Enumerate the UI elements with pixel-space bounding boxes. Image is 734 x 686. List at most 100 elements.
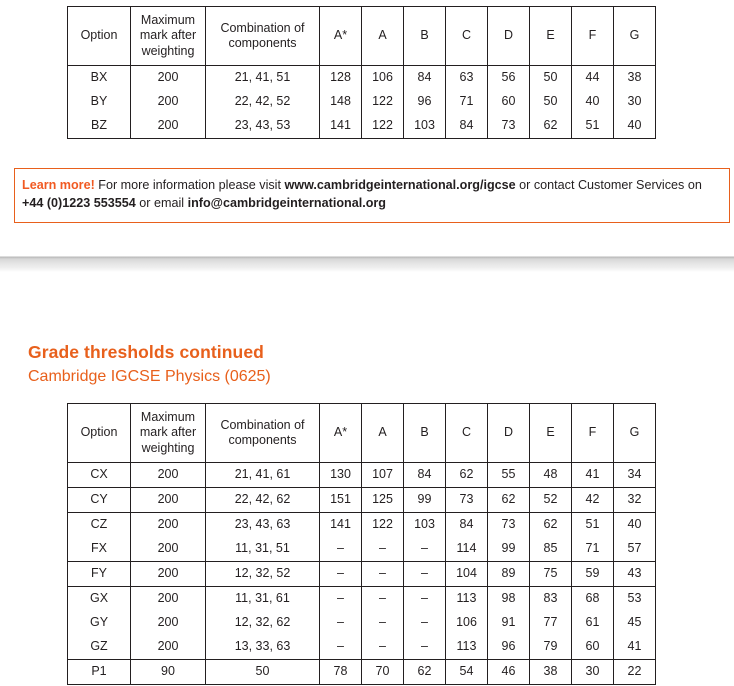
table-header-row: Option Maximum mark after weighting Combinat… xyxy=(67,403,656,463)
cell-components: 11, 31, 61 xyxy=(205,586,320,611)
cell-grade-threshold: 103 xyxy=(403,512,446,537)
cell-max-mark: 200 xyxy=(130,487,206,513)
cell-grade-threshold: 51 xyxy=(571,512,614,537)
cell-grade-threshold: 62 xyxy=(403,659,446,685)
cell-grade-threshold: 114 xyxy=(445,537,488,562)
cell-grade-threshold: 43 xyxy=(613,561,656,587)
cell-grade-threshold: 32 xyxy=(613,487,656,513)
column-header: C xyxy=(445,6,488,66)
cell-grade-threshold: 73 xyxy=(487,512,530,537)
cell-option: P1 xyxy=(67,659,131,685)
grade-thresholds-table-bottom: Option Maximum mark after weighting Combinat… xyxy=(67,403,656,685)
cell-max-mark: 200 xyxy=(130,462,206,488)
column-header: Option xyxy=(67,403,131,463)
cell-components: 23, 43, 63 xyxy=(205,512,320,537)
cell-grade-threshold: 40 xyxy=(571,90,614,114)
cell-grade-threshold: 70 xyxy=(361,659,404,685)
cell-max-mark: 200 xyxy=(130,635,206,660)
grade-thresholds-table-top-wrapper: Option Maximum mark after weighting Combinat… xyxy=(67,6,656,139)
cell-option: GZ xyxy=(67,635,131,660)
cell-grade-threshold: – xyxy=(403,635,446,660)
cell-max-mark: 200 xyxy=(130,114,206,139)
learn-more-lead: Learn more! xyxy=(22,178,95,192)
cell-grade-threshold: 113 xyxy=(445,586,488,611)
learn-more-text-3: or email xyxy=(135,195,188,210)
cell-grade-threshold: 151 xyxy=(319,487,362,513)
cell-max-mark: 200 xyxy=(130,512,206,537)
cell-grade-threshold: 62 xyxy=(445,462,488,488)
cell-grade-threshold: 77 xyxy=(529,611,572,635)
cell-option: FY xyxy=(67,561,131,587)
cell-grade-threshold: 50 xyxy=(529,90,572,114)
column-header: A xyxy=(361,403,404,463)
table-row: CZ 200 23, 43, 63 141 122 103 84 73 62 51 40 xyxy=(67,512,656,537)
cell-grade-threshold: – xyxy=(361,635,404,660)
cell-grade-threshold: – xyxy=(319,611,362,635)
cell-grade-threshold: 122 xyxy=(361,512,404,537)
table-row: BZ 200 23, 43, 53 141 122 103 84 73 62 51 40 xyxy=(67,114,656,139)
column-header: Combination of components xyxy=(205,6,320,66)
cell-grade-threshold: 63 xyxy=(445,65,488,90)
cell-grade-threshold: 104 xyxy=(445,561,488,587)
cell-grade-threshold: 96 xyxy=(403,90,446,114)
cell-grade-threshold: 84 xyxy=(445,512,488,537)
table-header-row: Option Maximum mark after weighting Combinat… xyxy=(67,6,656,66)
cell-grade-threshold: 34 xyxy=(613,462,656,488)
cell-grade-threshold: 99 xyxy=(487,537,530,562)
column-header: D xyxy=(487,403,530,463)
cell-grade-threshold: – xyxy=(361,611,404,635)
cell-grade-threshold: 84 xyxy=(445,114,488,139)
grade-thresholds-table-top: Option Maximum mark after weighting Combinat… xyxy=(67,6,656,139)
column-header: B xyxy=(403,6,446,66)
page-separator xyxy=(0,256,734,272)
customer-services-email[interactable]: info@cambridgeinternational.org xyxy=(188,196,386,210)
cell-grade-threshold: 44 xyxy=(571,65,614,90)
cell-grade-threshold: – xyxy=(361,537,404,562)
cell-grade-threshold: – xyxy=(403,561,446,587)
cell-max-mark: 200 xyxy=(130,611,206,635)
table-row: BX 200 21, 41, 51 128 106 84 63 56 50 44 38 xyxy=(67,65,656,90)
cell-grade-threshold: 107 xyxy=(361,462,404,488)
cambridge-website-link[interactable]: www.cambridgeinternational.org/igcse xyxy=(284,178,515,192)
cell-grade-threshold: 30 xyxy=(571,659,614,685)
cell-grade-threshold: 54 xyxy=(445,659,488,685)
cell-grade-threshold: 113 xyxy=(445,635,488,660)
cell-grade-threshold: 130 xyxy=(319,462,362,488)
cell-grade-threshold: 78 xyxy=(319,659,362,685)
cell-grade-threshold: 45 xyxy=(613,611,656,635)
cell-grade-threshold: 59 xyxy=(571,561,614,587)
cell-option: CZ xyxy=(67,512,131,537)
cell-grade-threshold: 50 xyxy=(529,65,572,90)
cell-grade-threshold: – xyxy=(403,537,446,562)
column-header: C xyxy=(445,403,488,463)
cell-grade-threshold: – xyxy=(319,586,362,611)
cell-grade-threshold: 96 xyxy=(487,635,530,660)
cell-components: 12, 32, 62 xyxy=(205,611,320,635)
cell-grade-threshold: 141 xyxy=(319,512,362,537)
learn-more-callout: Learn more! For more information please … xyxy=(14,168,730,223)
cell-grade-threshold: 148 xyxy=(319,90,362,114)
cell-components: 21, 41, 61 xyxy=(205,462,320,488)
column-header: Combination of components xyxy=(205,403,320,463)
cell-grade-threshold: 48 xyxy=(529,462,572,488)
cell-grade-threshold: 56 xyxy=(487,65,530,90)
column-header: E xyxy=(529,6,572,66)
cell-max-mark: 90 xyxy=(130,659,206,685)
cell-grade-threshold: 55 xyxy=(487,462,530,488)
cell-grade-threshold: 46 xyxy=(487,659,530,685)
table-row: GX 200 11, 31, 61– – –113 98 83 68 53 xyxy=(67,586,656,611)
column-header: Option xyxy=(67,6,131,66)
cell-option: BX xyxy=(67,65,131,90)
table-row: FY 200 12, 32, 52– – –104 89 75 59 43 xyxy=(67,561,656,587)
cell-max-mark: 200 xyxy=(130,561,206,587)
column-header: A xyxy=(361,6,404,66)
cell-grade-threshold: 41 xyxy=(571,462,614,488)
column-header: Maximum mark after weighting xyxy=(130,403,206,463)
cell-grade-threshold: 141 xyxy=(319,114,362,139)
cell-option: BY xyxy=(67,90,131,114)
page-subtitle: Cambridge IGCSE Physics (0625) xyxy=(28,367,271,385)
cell-max-mark: 200 xyxy=(130,65,206,90)
cell-option: CX xyxy=(67,462,131,488)
table-bottom-body: CX 200 21, 41, 61 130 107 84 62 55 48 41 34 CY 200 22… xyxy=(67,462,656,685)
cell-grade-threshold: 103 xyxy=(403,114,446,139)
